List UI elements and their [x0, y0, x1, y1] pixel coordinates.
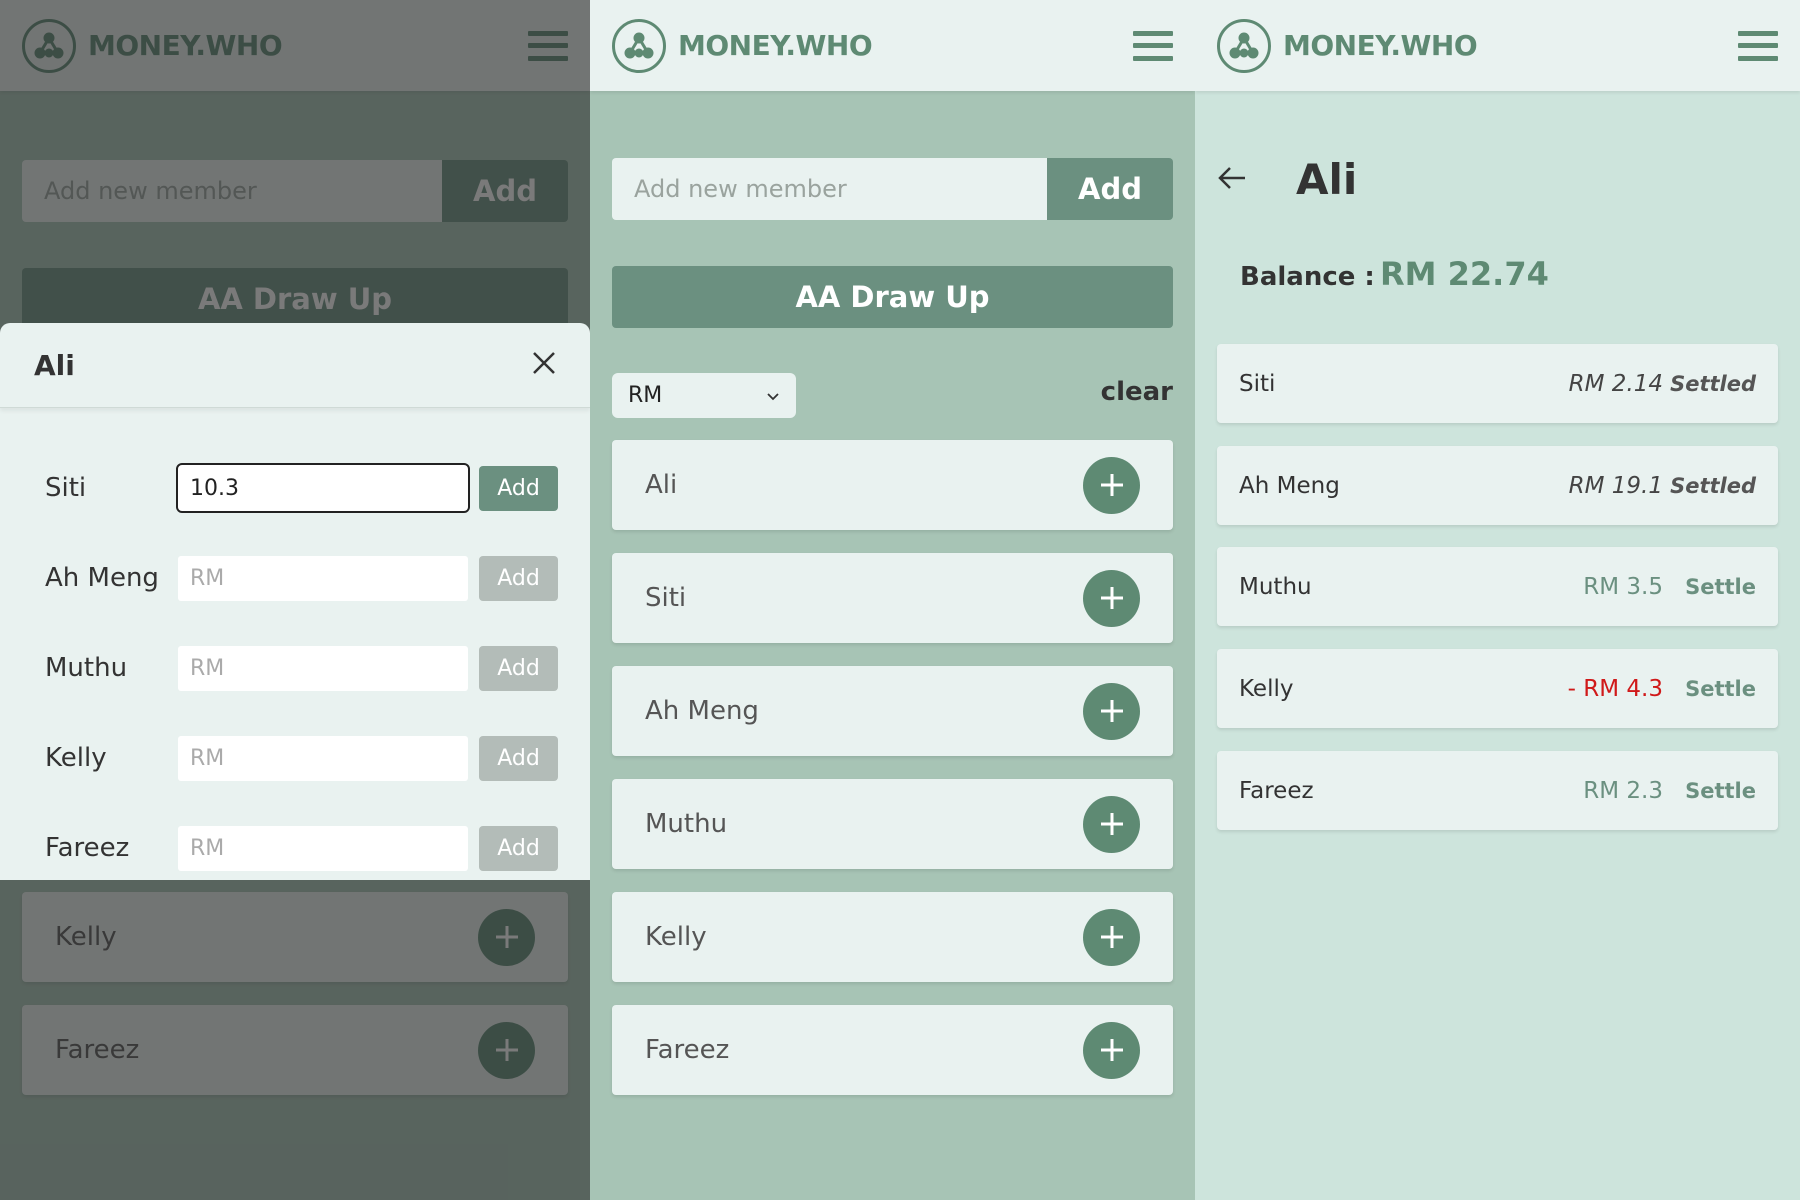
modal-row-name: Muthu	[45, 653, 128, 683]
panel-member-list: MONEY.WHO Add AA Draw Up RM clear Ali Si…	[590, 0, 1195, 1200]
debt-name: Kelly	[1239, 675, 1294, 702]
modal-title: Ali	[34, 348, 75, 382]
member-card[interactable]: Kelly	[612, 892, 1173, 982]
amount-input[interactable]	[178, 735, 468, 781]
add-amount-button[interactable]: Add	[479, 735, 558, 781]
add-amount-button[interactable]: Add	[479, 825, 558, 871]
member-card[interactable]: Siti	[612, 553, 1173, 643]
modal-header: Ali	[0, 323, 590, 408]
settle-button[interactable]: Settle	[1663, 575, 1756, 599]
app-header: MONEY.WHO	[590, 0, 1195, 91]
app-logo-text: MONEY.WHO	[678, 29, 873, 62]
modal-row: Muthu Add	[0, 643, 590, 693]
aa-draw-up-button[interactable]: AA Draw Up	[612, 266, 1173, 328]
chevron-down-icon	[766, 383, 780, 408]
panel-add-expense-modal: MONEY.WHO Add AA Draw Up Kelly Fareez Al…	[0, 0, 590, 1200]
add-amount-button[interactable]: Add	[479, 645, 558, 691]
hamburger-menu-icon[interactable]	[1738, 30, 1778, 61]
modal-row: Ah Meng Add	[0, 553, 590, 603]
debt-row: Fareez RM 2.3 Settle	[1217, 751, 1778, 830]
plus-icon[interactable]	[1083, 569, 1140, 627]
plus-icon[interactable]	[1083, 908, 1140, 966]
add-amount-button[interactable]: Add	[479, 465, 558, 511]
back-arrow-icon[interactable]	[1217, 165, 1247, 195]
member-name: Ah Meng	[645, 696, 759, 726]
settle-button[interactable]: Settle	[1663, 677, 1756, 701]
debt-name: Ah Meng	[1239, 472, 1340, 499]
add-expense-modal: Ali Siti Add Ah Meng Add Muthu Add Kelly…	[0, 323, 590, 880]
balance-value: RM 22.74	[1380, 255, 1549, 293]
debt-row: Ah Meng RM 19.1 Settled	[1217, 446, 1778, 525]
debt-name: Fareez	[1239, 777, 1314, 804]
close-icon[interactable]	[532, 351, 556, 379]
panel-member-detail: MONEY.WHO Ali Balance : RM 22.74 Siti RM…	[1195, 0, 1800, 1200]
settled-label: Settled	[1670, 473, 1756, 498]
plus-icon[interactable]	[1083, 1021, 1140, 1079]
currency-value: RM	[628, 383, 663, 408]
app-logo-text: MONEY.WHO	[1283, 29, 1478, 62]
debt-name: Siti	[1239, 370, 1276, 397]
amount-input[interactable]	[176, 463, 470, 513]
modal-row: Kelly Add	[0, 733, 590, 783]
debt-row: Siti RM 2.14 Settled	[1217, 344, 1778, 423]
member-name: Muthu	[645, 809, 728, 839]
plus-icon[interactable]	[1083, 682, 1140, 740]
modal-row: Fareez Add	[0, 823, 590, 873]
plus-icon[interactable]	[1083, 456, 1140, 514]
member-name: Ali	[645, 470, 678, 500]
add-member-button[interactable]: Add	[1047, 158, 1173, 220]
debt-row: Muthu RM 3.5 Settle	[1217, 547, 1778, 626]
debt-amount: - RM 4.3	[1567, 675, 1663, 702]
add-member-row: Add	[612, 158, 1173, 220]
debt-row: Kelly - RM 4.3 Settle	[1217, 649, 1778, 728]
member-card[interactable]: Ali	[612, 440, 1173, 530]
add-member-input[interactable]	[612, 158, 1047, 220]
member-card[interactable]: Fareez	[612, 1005, 1173, 1095]
member-name: Kelly	[645, 922, 707, 952]
add-amount-button[interactable]: Add	[479, 555, 558, 601]
amount-input[interactable]	[178, 645, 468, 691]
network-nodes-icon	[612, 18, 666, 73]
clear-link[interactable]: clear	[1101, 377, 1173, 407]
hamburger-menu-icon[interactable]	[1133, 30, 1173, 61]
network-nodes-icon	[1217, 18, 1271, 73]
debt-amount: RM 3.5	[1583, 573, 1663, 600]
modal-row-name: Ah Meng	[45, 563, 159, 593]
modal-row-name: Siti	[45, 473, 87, 503]
member-name: Siti	[645, 583, 687, 613]
debt-amount: RM 2.3	[1583, 777, 1663, 804]
balance-label: Balance :	[1240, 262, 1375, 292]
modal-row-name: Fareez	[45, 833, 130, 863]
modal-row-name: Kelly	[45, 743, 107, 773]
debt-name: Muthu	[1239, 573, 1312, 600]
debt-amount: RM 2.14	[1568, 370, 1663, 397]
settled-label: Settled	[1670, 371, 1756, 396]
member-card[interactable]: Ah Meng	[612, 666, 1173, 756]
app-header: MONEY.WHO	[1195, 0, 1800, 91]
member-card[interactable]: Muthu	[612, 779, 1173, 869]
amount-input[interactable]	[178, 825, 468, 871]
currency-select[interactable]: RM	[612, 373, 796, 418]
member-name: Fareez	[645, 1035, 730, 1065]
debt-amount: RM 19.1	[1568, 472, 1663, 499]
amount-input[interactable]	[178, 555, 468, 601]
modal-row: Siti Add	[0, 463, 590, 513]
plus-icon[interactable]	[1083, 795, 1140, 853]
settle-button[interactable]: Settle	[1663, 779, 1756, 803]
member-detail-name: Ali	[1296, 155, 1358, 204]
